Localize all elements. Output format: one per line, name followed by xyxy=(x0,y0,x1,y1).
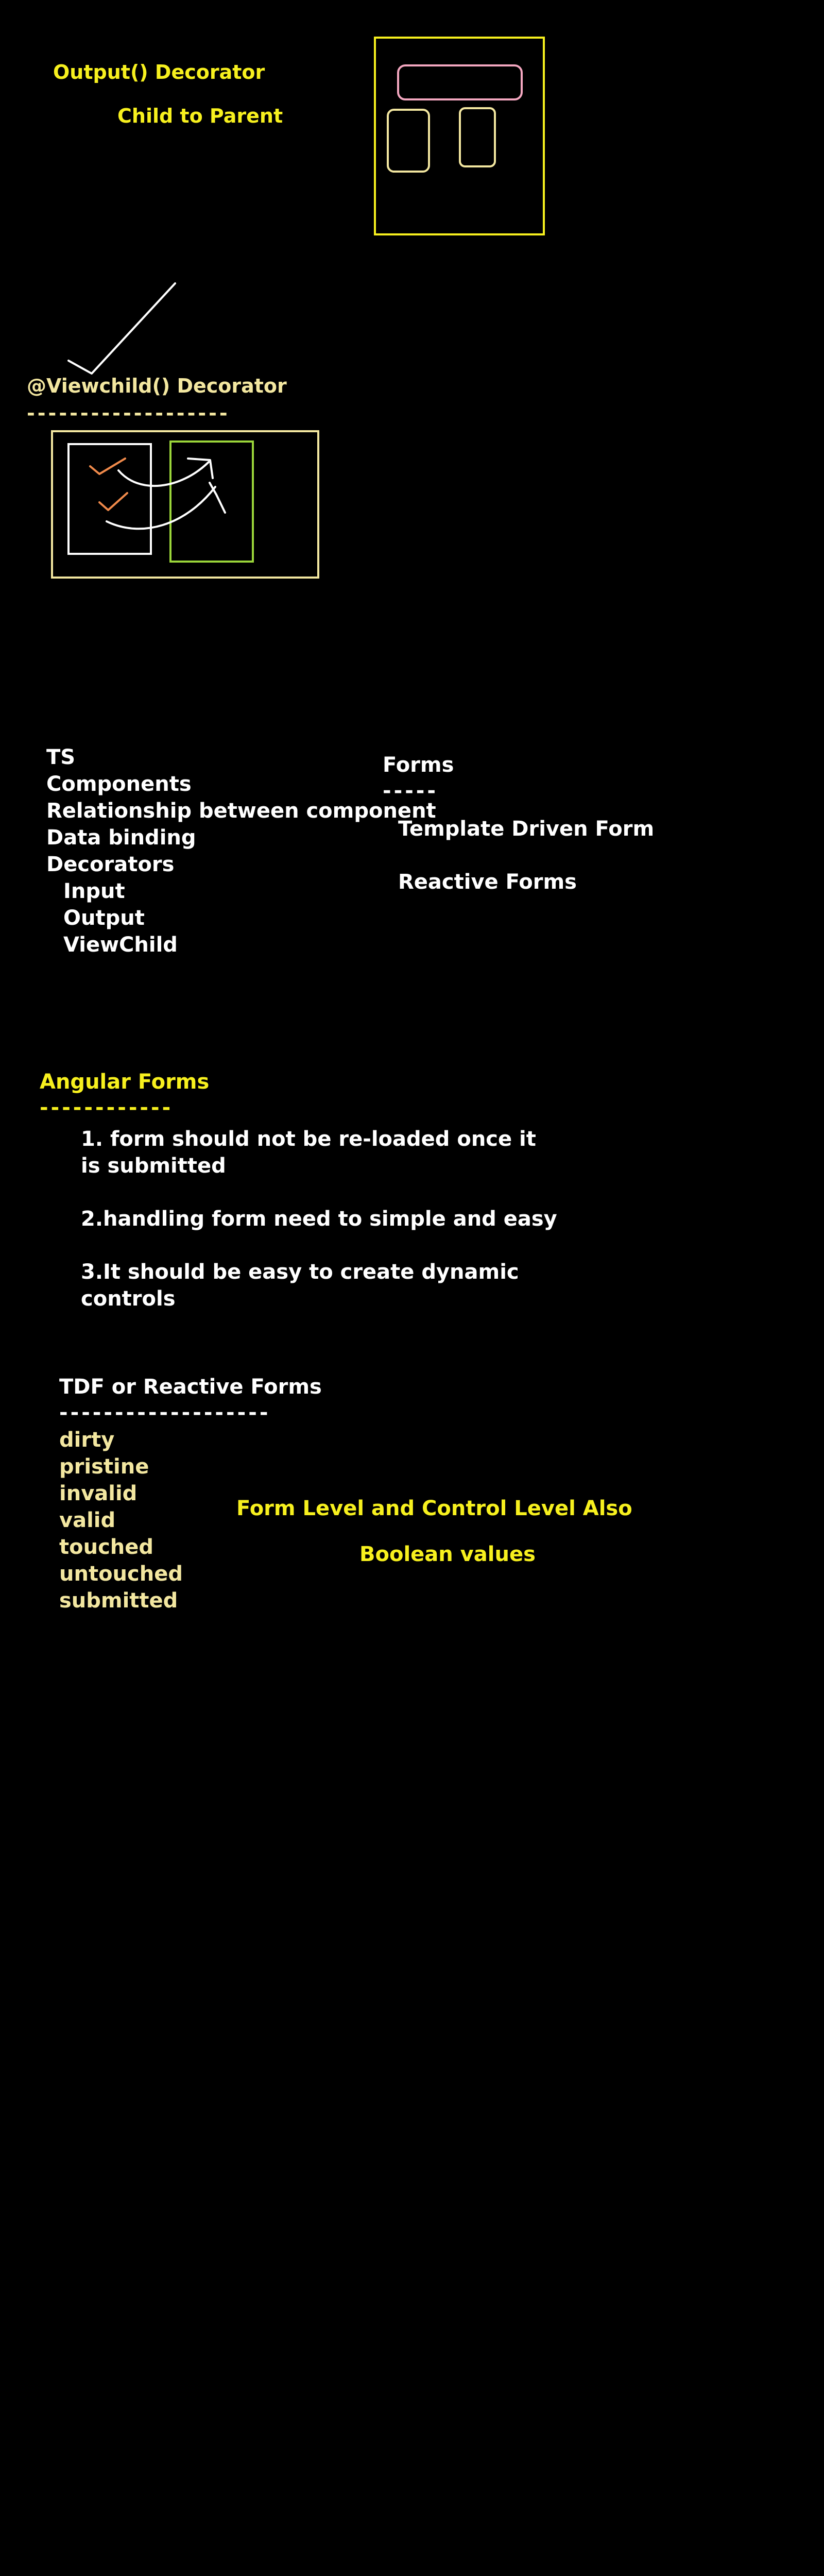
whiteboard-canvas: Output() Decorator Child to Parent @View… xyxy=(0,0,824,2576)
topic-item: Components xyxy=(46,772,192,796)
forms-item-reactive: Reactive Forms xyxy=(398,870,577,894)
form-state-item: pristine xyxy=(59,1455,149,1479)
angular-forms-underline: ------------ xyxy=(40,1096,174,1120)
topic-sub-item: Input xyxy=(63,879,125,903)
output-decorator-title: Output() Decorator xyxy=(53,61,265,83)
form-state-item: valid xyxy=(59,1509,116,1532)
header-component-box xyxy=(397,64,523,100)
check-mark-icon xyxy=(67,282,176,375)
curved-arrow-icon-1 xyxy=(117,461,210,487)
form-state-item: dirty xyxy=(59,1428,115,1452)
viewchild-underline: ------------------- xyxy=(27,402,230,425)
arrow-head-icon-2 xyxy=(209,482,226,514)
topic-item: Data binding xyxy=(46,826,196,850)
child-component-box-right xyxy=(459,107,496,167)
topic-item: TS xyxy=(46,745,76,769)
viewchild-decorator-title: @Viewchild() Decorator xyxy=(27,375,287,397)
forms-item-template-driven: Template Driven Form xyxy=(398,817,655,841)
form-state-item: touched xyxy=(59,1535,154,1559)
forms-underline: ----- xyxy=(383,779,439,803)
form-state-item: invalid xyxy=(59,1482,138,1505)
curved-arrow-icon-2 xyxy=(106,486,216,530)
angular-forms-point-1-line-2: is submitted xyxy=(81,1154,226,1178)
form-control-level-note: Form Level and Control Level Also xyxy=(236,1497,632,1520)
form-state-item: untouched xyxy=(59,1562,183,1586)
topic-sub-item: Output xyxy=(63,906,145,930)
topic-sub-item: ViewChild xyxy=(63,933,178,957)
viewchild-child-box xyxy=(67,443,152,555)
child-component-box-left xyxy=(387,109,430,173)
states-underline: ------------------- xyxy=(59,1401,271,1425)
angular-forms-title: Angular Forms xyxy=(40,1070,210,1094)
topic-item: Relationship between component xyxy=(46,799,436,823)
states-title: TDF or Reactive Forms xyxy=(59,1375,322,1399)
topic-item: Decorators xyxy=(46,853,175,876)
forms-title: Forms xyxy=(383,753,454,777)
angular-forms-point-2: 2.handling form need to simple and easy xyxy=(81,1207,557,1231)
angular-forms-point-3-line-1: 3.It should be easy to create dynamic xyxy=(81,1260,519,1284)
orange-tick-icon-2 xyxy=(98,492,128,511)
form-state-item: submitted xyxy=(59,1589,178,1613)
viewchild-outer-box xyxy=(51,430,319,579)
angular-forms-point-1-line-1: 1. form should not be re-loaded once it xyxy=(81,1127,536,1151)
child-to-parent-label: Child to Parent xyxy=(117,105,283,127)
angular-forms-point-3-line-2: controls xyxy=(81,1287,176,1311)
boolean-values-note: Boolean values xyxy=(359,1543,536,1566)
viewchild-target-box xyxy=(169,440,254,563)
